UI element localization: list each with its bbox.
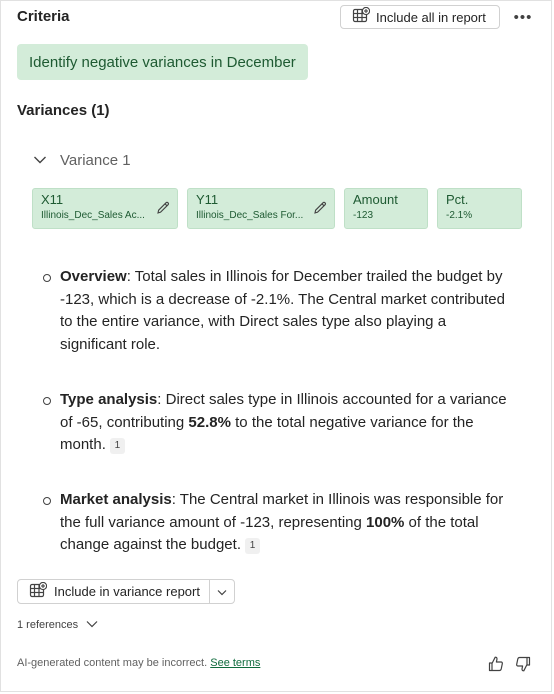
bullet-text: : Total sales in Illinois for December t…: [60, 268, 505, 353]
table-add-icon: [352, 6, 371, 27]
bullet-highlight: 52.8%: [188, 413, 231, 431]
citation-badge[interactable]: 1: [244, 538, 260, 554]
chevron-down-icon: [33, 152, 47, 169]
card-value: Illinois_Dec_Sales For...: [196, 210, 304, 221]
include-in-variance-report-main[interactable]: Include in variance report: [18, 580, 209, 603]
bullet-circle: [43, 397, 51, 405]
card-value: Illinois_Dec_Sales Ac...: [41, 210, 145, 221]
variance-label: Variance 1: [60, 152, 131, 169]
variance-card-x[interactable]: X11 Illinois_Dec_Sales Ac...: [32, 188, 178, 229]
bullet-heading: Overview: [60, 268, 127, 285]
bullet-highlight: 100%: [366, 513, 405, 531]
variance-card-y[interactable]: Y11 Illinois_Dec_Sales For...: [187, 188, 335, 229]
card-value: -2.1%: [446, 210, 473, 221]
citation-badge[interactable]: 1: [109, 438, 125, 454]
type-analysis-bullet: Type analysis: Direct sales type in Illi…: [43, 389, 509, 457]
card-value: -123: [353, 210, 374, 221]
bullet-circle: [43, 274, 51, 282]
card-key: Amount: [353, 192, 398, 207]
include-variance-label: Include in variance report: [54, 584, 200, 599]
chevron-down-icon: [217, 584, 227, 599]
disclaimer-text: AI-generated content may be incorrect.: [17, 657, 208, 669]
criteria-chip[interactable]: Identify negative variances in December: [17, 44, 308, 80]
card-key: Pct.: [446, 192, 469, 207]
thumbs-up-icon[interactable]: [486, 654, 506, 674]
include-all-in-report-button[interactable]: Include all in report: [340, 5, 500, 29]
see-terms-link[interactable]: See terms: [210, 657, 260, 669]
edit-pencil-icon[interactable]: [155, 200, 171, 221]
bullet-circle: [43, 497, 51, 505]
card-key: Y11: [196, 192, 219, 207]
criteria-heading: Criteria: [17, 8, 70, 25]
more-options-icon[interactable]: •••: [511, 5, 535, 29]
variance-card-amount: Amount -123: [344, 188, 428, 229]
variance-card-pct: Pct. -2.1%: [437, 188, 522, 229]
bullet-heading: Type analysis: [60, 391, 158, 408]
references-label: 1 references: [17, 619, 79, 631]
include-in-variance-report-button: Include in variance report: [17, 579, 235, 604]
overview-bullet: Overview: Total sales in Illinois for De…: [43, 266, 509, 356]
variance-1-toggle[interactable]: Variance 1: [33, 152, 131, 169]
card-key: X11: [41, 192, 64, 207]
variances-heading: Variances (1): [17, 102, 110, 119]
ai-disclaimer: AI-generated content may be incorrect. S…: [17, 657, 260, 669]
include-all-label: Include all in report: [376, 9, 486, 25]
market-analysis-bullet: Market analysis: The Central market in I…: [43, 489, 509, 557]
edit-pencil-icon[interactable]: [312, 200, 328, 221]
bullet-heading: Market analysis: [60, 491, 172, 508]
thumbs-down-icon[interactable]: [513, 654, 533, 674]
chevron-down-icon: [86, 619, 98, 631]
include-options-dropdown[interactable]: [208, 580, 234, 603]
table-add-icon: [29, 581, 48, 602]
copilot-variance-panel: Criteria Include all in report ••• Ident…: [0, 0, 552, 692]
references-toggle[interactable]: 1 references: [17, 619, 98, 631]
